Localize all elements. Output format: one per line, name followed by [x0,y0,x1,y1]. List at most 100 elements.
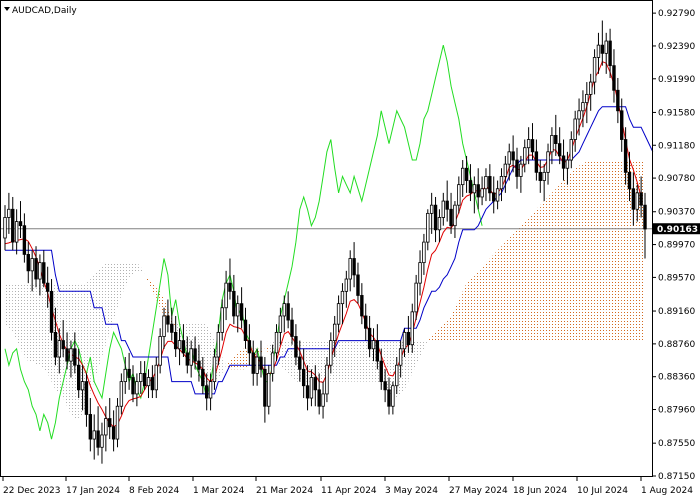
y-tick-label: 0.87550 [658,439,695,449]
candle-body [255,356,259,374]
candle-body [305,385,310,399]
candle-body [596,44,601,58]
candle-body [69,348,73,362]
cloud-segment [94,270,99,382]
candle-body [321,393,325,407]
candle-body [631,188,636,210]
cloud-segment [105,262,110,345]
candle-body [402,331,407,350]
cloud-segment [606,160,611,341]
cloud-segment [474,270,479,341]
candle-body [301,368,306,387]
x-tick-label: 18 Jun 2024 [513,486,567,496]
candle-body [189,348,193,366]
candle-body [375,340,380,362]
candle-body [45,282,50,292]
cloud-segment [582,161,587,341]
candle-body [142,373,147,387]
cloud-segment [241,348,246,370]
cloud-segment [493,250,498,341]
cloud-segment [32,283,37,366]
candle-body [635,192,639,210]
cloud-segment [5,283,9,329]
cloud-segment [536,205,541,341]
y-tick-label: 0.90370 [658,208,695,218]
candle-body [472,184,477,194]
candle-body [325,364,329,395]
cloud-segment [567,172,572,341]
candle-body [600,44,605,54]
candle-body [197,360,201,370]
cloud-segment [470,274,475,341]
candle-body [453,204,457,227]
candle-body [154,364,158,391]
cloud-segment [12,283,17,341]
candle-body [569,139,574,161]
candle-body [418,262,422,284]
candle-body [639,192,643,206]
candle-body [585,93,589,103]
candle-body [259,356,263,370]
cloud-segment [20,283,25,357]
cloud-segment [509,233,514,341]
candle-body [236,303,240,317]
candle-body [243,319,248,341]
candle-body [224,282,228,309]
candle-body [228,282,232,292]
candle-body [158,336,162,366]
candle-body [108,418,112,428]
candle-body [499,176,504,190]
candle-body [30,258,34,272]
candle-body [193,348,197,362]
candle-body [131,377,135,395]
cloud-segment [571,168,576,341]
candle-body [38,262,42,280]
cloud-segment [458,291,463,341]
cloud-segment [361,340,366,382]
candle-body [146,377,151,387]
cloud-segment [447,315,452,341]
candle-body [550,135,554,153]
cloud-segment [288,340,293,378]
current-price-badge: 0.90163 [653,223,700,235]
cloud-segment [524,217,529,341]
candle-body [445,200,449,210]
current-price-value: 0.90163 [657,225,698,235]
candle-body [523,147,527,165]
cloud-segment [28,283,33,362]
candle-body [398,348,403,366]
cloud-segment [621,160,626,341]
candle-body [53,331,58,358]
x-tick-label: 17 Jan 2024 [66,486,120,496]
candle-body [286,303,290,321]
cloud-segment [641,160,645,341]
candle-body [204,385,209,399]
candle-body [433,204,438,231]
candle-body [220,307,224,333]
candle-body [356,274,360,296]
candle-body [239,303,244,321]
candle-body [608,40,612,67]
cloud-segment [520,221,525,341]
candle-body [208,381,213,399]
x-tick-label: 22 Dec 2023 [3,486,61,496]
y-tick-label: 0.92790 [658,9,695,19]
candle-body [503,163,508,177]
candle-body [135,381,139,395]
candle-body [26,254,30,272]
candle-body [383,381,387,391]
candle-body [150,377,155,391]
candle-body [61,340,65,350]
candle-body [437,217,442,231]
candle-body [620,110,624,140]
candle-body [507,151,511,165]
cloud-segment [98,266,102,370]
x-tick-label: 11 Apr 2024 [321,486,377,496]
candle-body [298,356,302,370]
candle-body [519,163,523,177]
y-tick-label: 0.87150 [658,472,695,482]
candle-body [565,159,570,169]
cloud-segment [478,266,483,341]
candle-body [561,155,566,169]
candle-body [429,204,434,214]
